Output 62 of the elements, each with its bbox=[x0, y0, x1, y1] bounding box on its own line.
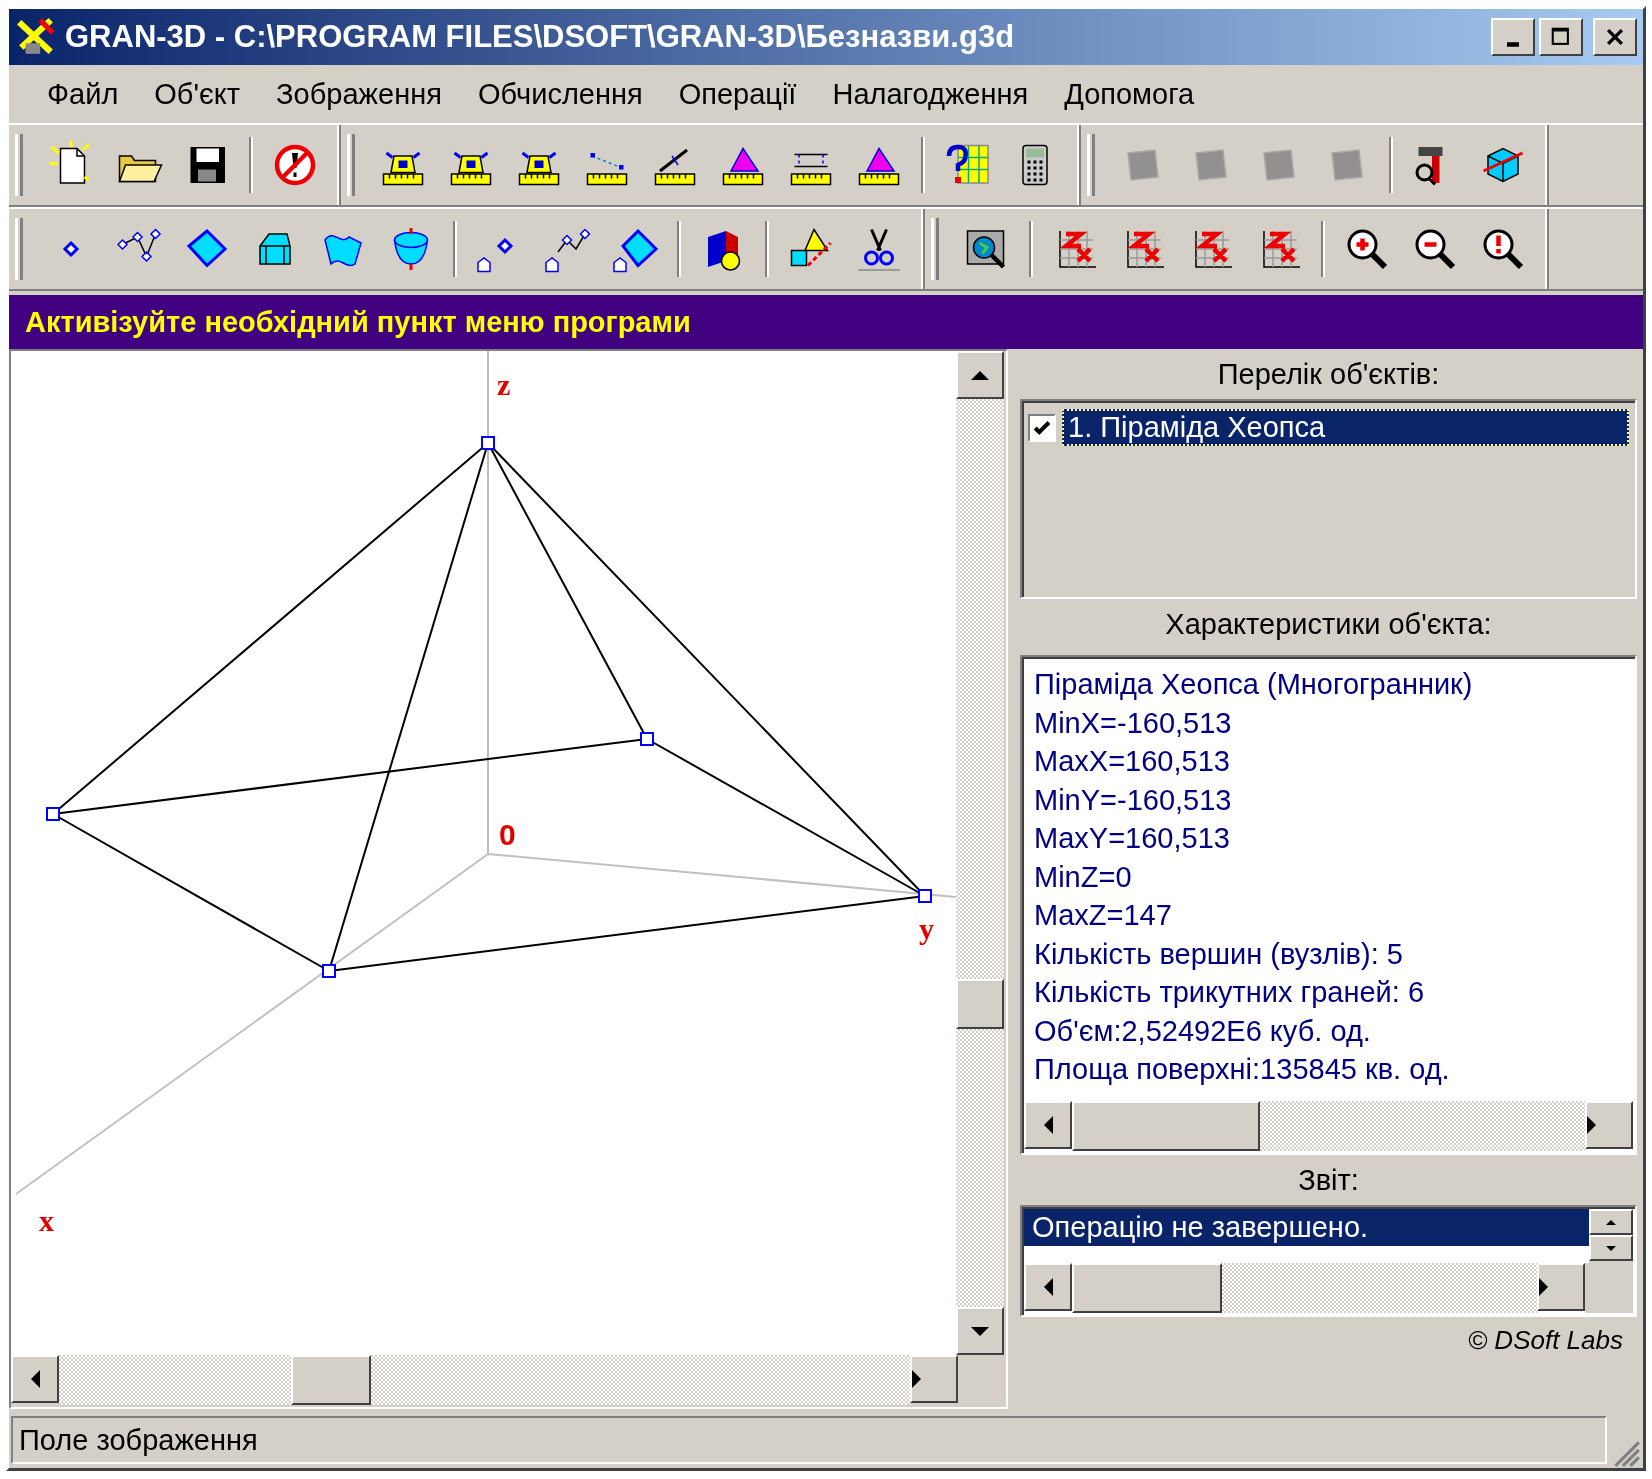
scroll-thumb[interactable] bbox=[1072, 1101, 1260, 1151]
menu-item[interactable]: Файл bbox=[29, 77, 137, 111]
panel-title: Звіт: bbox=[1298, 1163, 1359, 1198]
property-line: Кількість трикутних граней: 6 bbox=[1034, 975, 1426, 1010]
menu-item[interactable]: Обчислення bbox=[459, 77, 661, 111]
menu-item[interactable]: Зображення bbox=[258, 77, 460, 111]
copyright-text: © DSoft Labs bbox=[1468, 1324, 1624, 1356]
toolbar-grip[interactable] bbox=[1087, 134, 1095, 196]
panel-title: Перелік об'єктів: bbox=[1217, 357, 1440, 392]
scroll-thumb[interactable] bbox=[291, 1355, 371, 1405]
scrollbar-corner bbox=[1585, 1263, 1633, 1313]
scroll-left-button[interactable] bbox=[1024, 1101, 1072, 1149]
vertical-scrollbar[interactable] bbox=[956, 351, 1004, 1355]
object-list[interactable]: 1. Піраміда Хеопса bbox=[1020, 399, 1637, 599]
property-line: Площа поверхні:135845 кв. од. bbox=[1034, 1052, 1451, 1087]
scroll-left-button[interactable] bbox=[1024, 1263, 1072, 1311]
scroll-up-button[interactable] bbox=[956, 351, 1004, 399]
property-line: MaxX=160,513 bbox=[1034, 744, 1231, 779]
horizontal-scrollbar[interactable] bbox=[1024, 1263, 1633, 1313]
scroll-right-button[interactable] bbox=[1585, 1101, 1633, 1149]
horizontal-scrollbar[interactable] bbox=[1024, 1101, 1633, 1151]
close-button[interactable] bbox=[1593, 18, 1637, 56]
menu-item[interactable]: Налагодження bbox=[814, 77, 1047, 111]
scroll-down-button[interactable] bbox=[1589, 1235, 1633, 1261]
checkbox[interactable] bbox=[1028, 413, 1056, 442]
list-item[interactable]: 1. Піраміда Хеопса bbox=[1062, 409, 1629, 446]
view-canvas[interactable]: z 0 y x bbox=[11, 351, 956, 1355]
maximize-button[interactable] bbox=[1539, 18, 1583, 56]
property-line: Об'єм:2,52492E6 куб. од. bbox=[1034, 1013, 1372, 1049]
property-line: MinY=-160,513 bbox=[1034, 782, 1233, 818]
close-icon bbox=[1604, 26, 1626, 48]
menu-item[interactable]: Об'єкт bbox=[136, 77, 259, 111]
toolbar-grip[interactable] bbox=[931, 218, 939, 280]
property-line: MaxZ=147 bbox=[1034, 898, 1173, 933]
toolbar-grip[interactable] bbox=[15, 134, 23, 196]
minimize-icon bbox=[1507, 41, 1519, 47]
axis-label: z bbox=[497, 368, 511, 401]
axis-label: x bbox=[39, 1204, 54, 1237]
scroll-thumb[interactable] bbox=[956, 979, 1004, 1029]
scroll-right-button[interactable] bbox=[910, 1355, 958, 1403]
property-line: MaxY=160,513 bbox=[1034, 821, 1231, 856]
scroll-thumb[interactable] bbox=[1072, 1263, 1222, 1313]
toolbar-grip[interactable] bbox=[347, 134, 355, 196]
axis-label: y bbox=[919, 912, 934, 945]
scroll-left-button[interactable] bbox=[11, 1355, 59, 1403]
status-text: Поле зображення bbox=[19, 1423, 258, 1457]
window-title: GRAN-3D - C:\PROGRAM FILES\DSOFT\GRAN-3D\Безназви.g3d bbox=[65, 19, 1016, 55]
maximize-icon bbox=[1550, 26, 1572, 48]
minimize-button[interactable] bbox=[1491, 18, 1535, 56]
menu-item[interactable]: Допомога bbox=[1046, 77, 1213, 111]
property-line: Кількість вершин (вузлів): 5 bbox=[1034, 936, 1404, 972]
property-line: MinX=-160,513 bbox=[1034, 705, 1233, 741]
scroll-up-button[interactable] bbox=[1589, 1209, 1633, 1235]
toolbar-grip[interactable] bbox=[15, 218, 23, 280]
scroll-right-button[interactable] bbox=[1537, 1263, 1585, 1311]
property-line: MinZ=0 bbox=[1034, 859, 1133, 895]
panel-title: Характеристики об'єкта: bbox=[1165, 607, 1492, 642]
hint-message: Активізуйте необхідний пункт меню програми bbox=[25, 305, 691, 339]
property-line: Піраміда Хеопса (Многогранник) bbox=[1034, 667, 1474, 702]
menu-item[interactable]: Операції bbox=[660, 77, 815, 111]
scroll-down-button[interactable] bbox=[956, 1307, 1004, 1355]
axis-label: 0 bbox=[499, 818, 516, 851]
